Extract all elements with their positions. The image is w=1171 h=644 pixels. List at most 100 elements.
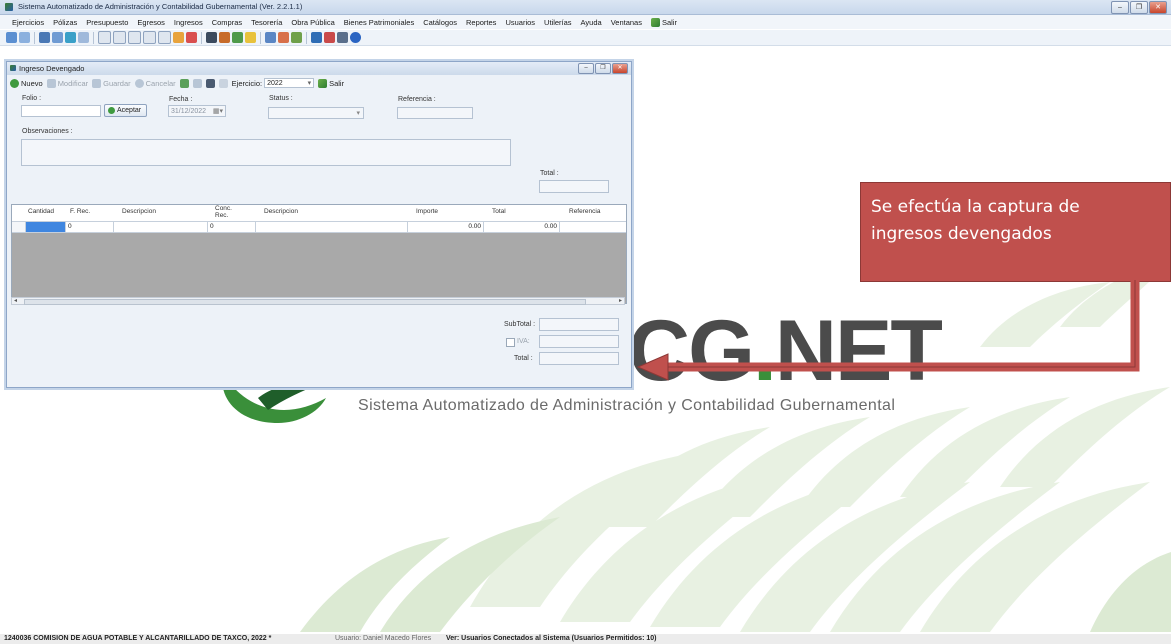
table-icon[interactable] bbox=[78, 32, 89, 43]
edit-icon bbox=[46, 78, 56, 88]
callout-line-1: Se efectúa la captura de bbox=[871, 197, 1080, 217]
calculator-icon[interactable] bbox=[337, 32, 348, 43]
fecha-input[interactable]: 31/12/2022 ▦▾ bbox=[168, 105, 226, 117]
close-icon[interactable]: ✕ bbox=[612, 63, 628, 74]
print-icon[interactable] bbox=[206, 32, 217, 43]
menu-polizas[interactable]: Pólizas bbox=[53, 18, 77, 27]
catalog-icon[interactable] bbox=[291, 32, 302, 43]
menu-usuarios[interactable]: Usuarios bbox=[505, 18, 535, 27]
status-connected-users[interactable]: Ver: Usuarios Conectados al Sistema (Usu… bbox=[446, 635, 656, 642]
subtotal-field bbox=[539, 318, 619, 331]
grid-horizontal-scrollbar[interactable]: ◂ ▸ bbox=[11, 297, 625, 305]
referencia-input[interactable] bbox=[397, 107, 473, 119]
col-f-rec[interactable]: F. Rec. bbox=[70, 208, 90, 215]
status-bar: 1240036 COMISION DE AGUA POTABLE Y ALCAN… bbox=[0, 634, 1171, 644]
table-row[interactable]: 0 0 0.00 0.00 bbox=[12, 222, 626, 233]
menu-ejercicios[interactable]: Ejercicios bbox=[12, 18, 44, 27]
iva-field bbox=[539, 335, 619, 348]
ejercicio-select[interactable]: 2022 ▾ bbox=[264, 78, 315, 88]
modificar-button[interactable]: Modificar bbox=[46, 78, 88, 88]
minimize-icon[interactable]: – bbox=[578, 63, 594, 74]
window-icon[interactable] bbox=[143, 31, 156, 44]
aceptar-label: Aceptar bbox=[117, 107, 142, 114]
cell-conc-rec[interactable]: 0 bbox=[208, 222, 256, 232]
toolbar-separator bbox=[34, 31, 35, 44]
print-icon[interactable] bbox=[205, 78, 215, 88]
window-icon[interactable] bbox=[128, 31, 141, 44]
refresh-icon[interactable] bbox=[179, 78, 189, 88]
row-selector[interactable] bbox=[12, 222, 26, 232]
fecha-label: Fecha : bbox=[169, 96, 193, 103]
col-descripcion[interactable]: Descripcion bbox=[122, 208, 156, 215]
menu-tesoreria[interactable]: Tesorería bbox=[251, 18, 282, 27]
scroll-right-icon[interactable]: ▸ bbox=[619, 297, 622, 304]
cancelar-button[interactable]: Cancelar bbox=[134, 78, 176, 88]
menu-ingresos[interactable]: Ingresos bbox=[174, 18, 203, 27]
col-cantidad[interactable]: Cantidad bbox=[28, 208, 54, 215]
menu-reportes[interactable]: Reportes bbox=[466, 18, 496, 27]
col-importe[interactable]: Importe bbox=[416, 208, 438, 215]
budget-icon[interactable] bbox=[52, 32, 63, 43]
close-icon[interactable]: ✕ bbox=[1149, 1, 1167, 14]
col-total[interactable]: Total bbox=[492, 208, 506, 215]
window-icon[interactable] bbox=[158, 31, 171, 44]
menu-utilerias[interactable]: Utilerías bbox=[544, 18, 572, 27]
alert-icon[interactable] bbox=[186, 32, 197, 43]
tools-icon[interactable] bbox=[278, 32, 289, 43]
tree-icon[interactable] bbox=[311, 32, 322, 43]
exit-icon bbox=[318, 78, 328, 88]
detail-grid: Cantidad F. Rec. Descripcion Conc. Rec. … bbox=[11, 204, 627, 304]
iva-checkbox[interactable] bbox=[506, 338, 515, 347]
subtotal-label: SubTotal : bbox=[504, 321, 536, 328]
folder-icon[interactable] bbox=[173, 32, 184, 43]
cell-descripcion-2[interactable] bbox=[256, 222, 408, 232]
document-icon[interactable] bbox=[19, 32, 30, 43]
restore-icon[interactable]: ❐ bbox=[1130, 1, 1148, 14]
menu-bienes-patrimoniales[interactable]: Bienes Patrimoniales bbox=[344, 18, 414, 27]
menu-catalogos[interactable]: Catálogos bbox=[423, 18, 457, 27]
window-icon[interactable] bbox=[113, 31, 126, 44]
chart-icon[interactable] bbox=[65, 32, 76, 43]
minimize-icon[interactable]: – bbox=[1111, 1, 1129, 14]
observaciones-textarea[interactable] bbox=[21, 139, 511, 166]
scroll-left-icon[interactable]: ◂ bbox=[14, 297, 17, 304]
scroll-thumb[interactable] bbox=[24, 299, 586, 305]
refresh-icon[interactable] bbox=[6, 32, 17, 43]
child-toolbar: Nuevo Modificar Guardar Cancelar Ejercic… bbox=[7, 76, 631, 90]
cell-total[interactable]: 0.00 bbox=[484, 222, 560, 232]
cash-icon[interactable] bbox=[232, 32, 243, 43]
cell-cantidad[interactable] bbox=[26, 222, 66, 232]
col-referencia[interactable]: Referencia bbox=[569, 208, 600, 215]
menu-ayuda[interactable]: Ayuda bbox=[581, 18, 602, 27]
report-icon[interactable] bbox=[218, 78, 228, 88]
menu-salir[interactable]: Salir bbox=[650, 17, 677, 27]
col-descripcion-2[interactable]: Descripcion bbox=[264, 208, 298, 215]
cell-importe[interactable]: 0.00 bbox=[408, 222, 484, 232]
policy-icon[interactable] bbox=[39, 32, 50, 43]
window-icon[interactable] bbox=[98, 31, 111, 44]
coins-icon[interactable] bbox=[245, 32, 256, 43]
users-icon[interactable] bbox=[265, 32, 276, 43]
aceptar-button[interactable]: Aceptar bbox=[104, 104, 147, 117]
menu-egresos[interactable]: Egresos bbox=[137, 18, 165, 27]
cell-referencia[interactable] bbox=[560, 222, 626, 232]
help-icon[interactable] bbox=[350, 32, 361, 43]
cell-descripcion[interactable] bbox=[114, 222, 208, 232]
salir-button[interactable]: Salir bbox=[318, 78, 344, 88]
report-icon[interactable] bbox=[219, 32, 230, 43]
nuevo-button[interactable]: Nuevo bbox=[10, 78, 43, 88]
cell-f-rec[interactable]: 0 bbox=[66, 222, 114, 232]
menu-compras[interactable]: Compras bbox=[212, 18, 242, 27]
callout-line-2: ingresos devengados bbox=[871, 224, 1052, 244]
menu-ventanas[interactable]: Ventanas bbox=[611, 18, 642, 27]
callout-text: Se efectúa la captura de ingresos deveng… bbox=[871, 194, 1080, 248]
menu-obra-publica[interactable]: Obra Pública bbox=[291, 18, 334, 27]
maximize-icon[interactable]: ❐ bbox=[595, 63, 611, 74]
menu-presupuesto[interactable]: Presupuesto bbox=[86, 18, 128, 27]
guardar-button[interactable]: Guardar bbox=[92, 78, 131, 88]
col-conc-rec[interactable]: Conc. Rec. bbox=[215, 205, 237, 219]
folio-input[interactable] bbox=[21, 105, 101, 117]
delete-icon[interactable] bbox=[192, 78, 202, 88]
status-select[interactable]: ▾ bbox=[268, 107, 364, 119]
search-icon[interactable] bbox=[324, 32, 335, 43]
